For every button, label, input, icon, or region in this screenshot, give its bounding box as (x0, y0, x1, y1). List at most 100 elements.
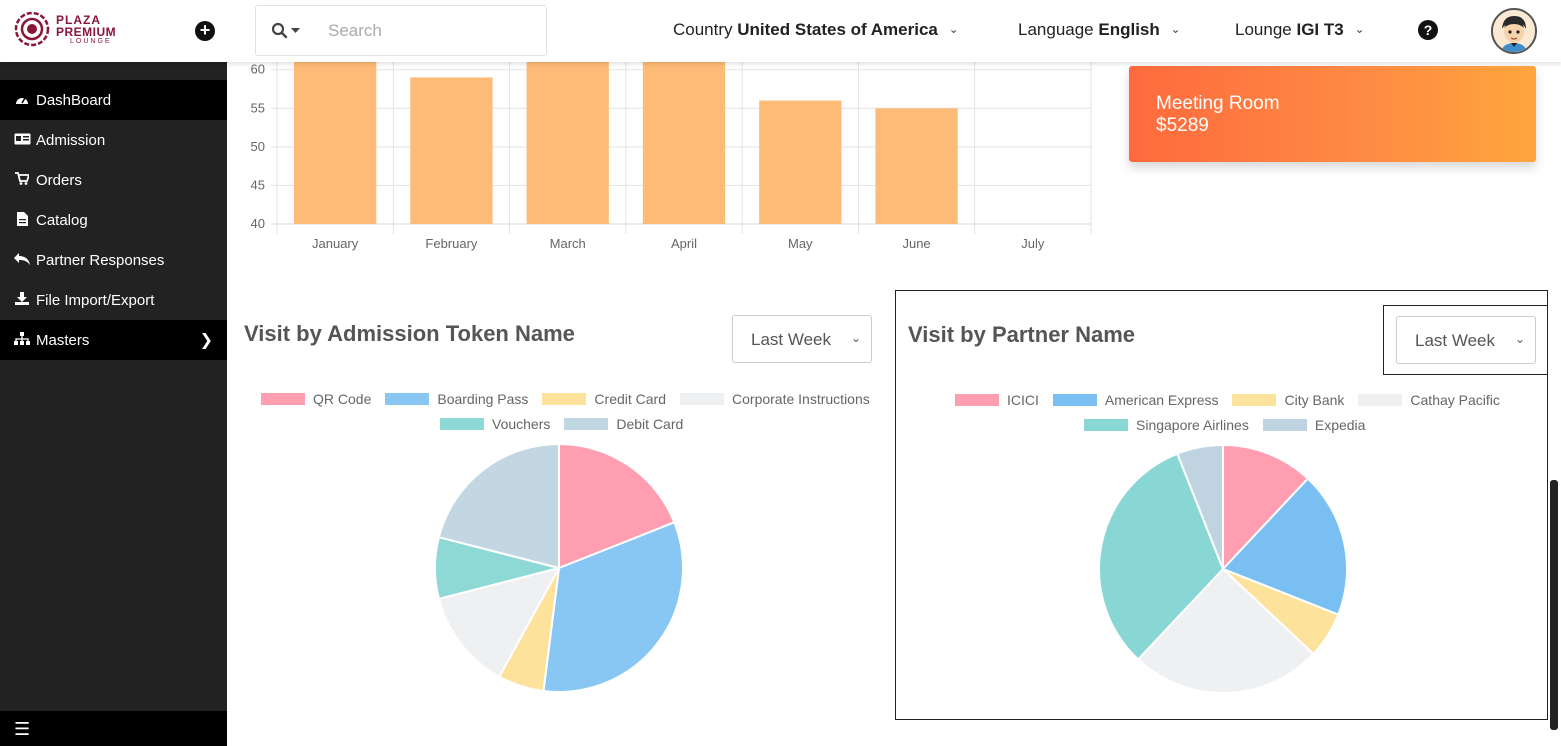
legend-item[interactable]: Debit Card (564, 416, 683, 432)
partner-panel-title: Visit by Partner Name (908, 322, 1136, 347)
y-tick-label: 45 (251, 177, 265, 192)
legend-item[interactable]: Vouchers (440, 416, 550, 432)
lounge-value: IGI T3 (1296, 20, 1344, 39)
sidebar-top-strip (0, 62, 227, 80)
country-label: Country (673, 20, 733, 39)
legend-item[interactable]: Boarding Pass (385, 391, 528, 407)
legend-swatch (1232, 394, 1277, 406)
legend-item[interactable]: City Bank (1232, 392, 1344, 408)
chevron-down-icon: ⌄ (1170, 22, 1181, 36)
sidebar-item-file-import-export[interactable]: File Import/Export (0, 280, 227, 320)
partner-pie-chart (1098, 443, 1348, 694)
page-scrollbar[interactable] (1550, 480, 1558, 730)
legend-swatch (1084, 419, 1128, 431)
y-tick-label: 50 (251, 139, 265, 154)
token-period-select[interactable]: Last Week ⌄ (732, 315, 872, 363)
legend-item[interactable]: QR Code (261, 391, 371, 407)
reply-all-icon (12, 252, 32, 268)
token-pie-chart (434, 442, 684, 693)
y-tick-label: 40 (251, 216, 265, 231)
partner-panel: Visit by Partner Name Last Week ⌄ ICICI … (895, 290, 1548, 720)
legend-item[interactable]: American Express (1052, 392, 1219, 408)
sidebar: DashBoard Admission Orders Catalog Partn… (0, 62, 227, 746)
language-selector[interactable]: Language English ⌄ (1018, 20, 1181, 40)
x-tick-label: March (550, 236, 586, 251)
token-period-value: Last Week (751, 330, 832, 349)
legend-swatch (955, 394, 999, 406)
partner-period-select[interactable]: Last Week ⌄ (1396, 316, 1536, 364)
legend-swatch (542, 393, 587, 405)
chevron-down-icon: ⌄ (1354, 22, 1365, 36)
file-icon (12, 211, 32, 229)
token-legend-row-2: Vouchers Debit Card (440, 416, 697, 432)
legend-swatch (1358, 394, 1403, 406)
legend-label: American Express (1104, 392, 1219, 408)
lounge-selector[interactable]: Lounge IGI T3 ⌄ (1235, 20, 1365, 40)
country-selector[interactable]: Country United States of America ⌄ (673, 20, 959, 40)
chevron-down-icon: ⌄ (948, 22, 959, 36)
bar-chart-svg: 40 45 50 55 60 January February March April May Ju… (251, 62, 1092, 251)
legend-swatch (385, 393, 430, 405)
hamburger-icon[interactable]: ☰ (0, 711, 227, 746)
sidebar-item-orders[interactable]: Orders (0, 160, 227, 200)
bar (642, 62, 726, 224)
x-tick-label: May (788, 236, 813, 251)
legend-label: Vouchers (492, 416, 551, 432)
meeting-room-card: Meeting Room $5289 (1129, 66, 1536, 162)
bar (759, 100, 842, 224)
sidebar-item-label: DashBoard (36, 91, 112, 109)
legend-item[interactable]: Cathay Pacific (1358, 392, 1500, 408)
plaza-logo-icon (14, 11, 50, 47)
legend-swatch (261, 393, 305, 405)
legend-label: Cathay Pacific (1410, 392, 1500, 408)
legend-label: Boarding Pass (437, 391, 529, 407)
legend-item[interactable]: Expedia (1262, 417, 1365, 433)
legend-label: ICICI (1007, 392, 1039, 408)
legend-label: City Bank (1284, 392, 1345, 408)
brand-logo[interactable]: PLAZA PREMIUM LOUNGE (14, 11, 116, 47)
x-tick-label: July (1021, 236, 1045, 251)
legend-item[interactable]: Corporate Instructions (680, 391, 870, 407)
legend-swatch (1262, 419, 1307, 431)
legend-item[interactable]: ICICI (955, 392, 1039, 408)
sidebar-item-label: Catalog (36, 211, 88, 229)
sidebar-item-admission[interactable]: Admission (0, 120, 227, 160)
avatar[interactable] (1491, 8, 1537, 54)
partner-period-select-focus: Last Week ⌄ (1383, 305, 1548, 375)
country-value: United States of America (737, 20, 938, 39)
brand-line3: LOUNGE (70, 37, 112, 45)
legend-swatch (440, 418, 484, 430)
top-header: PLAZA PREMIUM LOUNGE + Country United St… (0, 0, 1561, 62)
bar (526, 62, 609, 224)
sitemap-icon (12, 332, 32, 348)
language-label: Language (1018, 20, 1094, 39)
id-card-icon (12, 133, 32, 148)
search-icon[interactable] (271, 22, 305, 45)
legend-item[interactable]: Credit Card (542, 391, 666, 407)
brand-line2: PREMIUM (56, 24, 117, 39)
monthly-bar-chart: 40 45 50 55 60 January February March April May Ju… (230, 62, 1110, 262)
search-input[interactable] (328, 20, 528, 42)
meeting-room-value: $5289 (1156, 115, 1209, 136)
sidebar-item-partner-responses[interactable]: Partner Responses (0, 240, 227, 280)
legend-item[interactable]: Singapore Airlines (1084, 417, 1249, 433)
plus-circle-icon[interactable]: + (195, 21, 215, 41)
bar (294, 62, 377, 224)
x-tick-label: February (425, 236, 478, 251)
legend-label: Corporate Instructions (732, 391, 870, 407)
lounge-label: Lounge (1235, 20, 1292, 39)
sidebar-item-masters[interactable]: Masters ❯ (0, 320, 227, 360)
bar (875, 108, 958, 224)
sidebar-item-catalog[interactable]: Catalog (0, 200, 227, 240)
sidebar-item-dashboard[interactable]: DashBoard (0, 80, 227, 120)
legend-label: Singapore Airlines (1136, 417, 1249, 433)
dashboard-icon (12, 93, 32, 108)
sidebar-item-label: Partner Responses (36, 251, 165, 269)
partner-legend-row-1: ICICI American Express City Bank Cathay … (955, 392, 1514, 408)
y-tick-label: 55 (251, 100, 265, 115)
cart-icon (12, 172, 32, 188)
sidebar-item-label: Orders (36, 171, 82, 189)
search-box[interactable] (255, 5, 547, 56)
question-circle-icon[interactable]: ? (1418, 20, 1438, 40)
y-tick-label: 60 (251, 62, 265, 77)
